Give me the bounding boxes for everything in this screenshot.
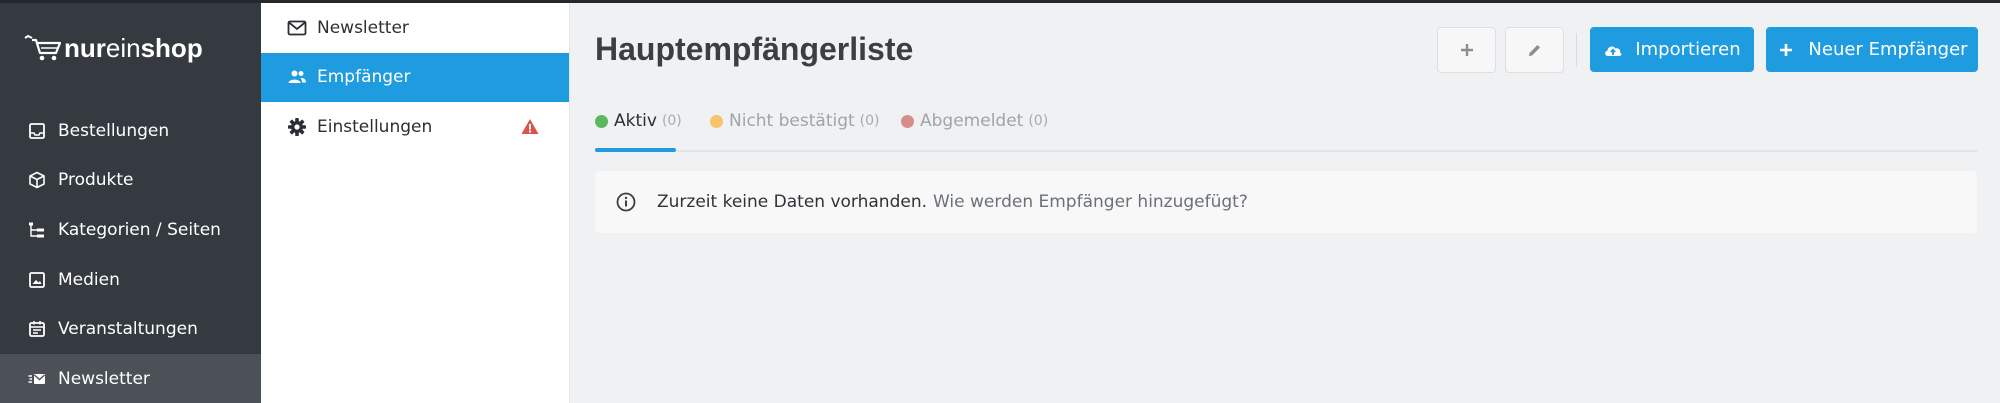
sidebar-item-label: Produkte bbox=[58, 170, 134, 191]
status-dot bbox=[901, 114, 914, 128]
status-dot bbox=[710, 114, 723, 128]
status-tabs: Aktiv (0) Nicht bestätigt (0) Abgemeldet… bbox=[595, 106, 1977, 152]
warning-icon bbox=[521, 119, 539, 135]
new-recipient-button-label: Neuer Empfänger bbox=[1808, 39, 1968, 60]
sidebar-item-produkte[interactable]: Produkte bbox=[0, 156, 261, 206]
subnav-item-label: Newsletter bbox=[317, 17, 409, 38]
tree-icon bbox=[29, 222, 44, 238]
logo-text-shop: shop bbox=[140, 32, 203, 63]
empty-state-notice: Zurzeit keine Daten vorhanden. Wie werde… bbox=[595, 171, 1977, 233]
sidebar-nav: Bestellungen Produkte Kategorien / Seite… bbox=[0, 106, 261, 403]
sidebar-item-veranstaltungen[interactable]: Veranstaltungen bbox=[0, 304, 261, 354]
plus-icon bbox=[1780, 43, 1793, 56]
tab-nicht-bestaetigt[interactable]: Nicht bestätigt (0) bbox=[710, 111, 880, 131]
sidebar-item-label: Medien bbox=[58, 269, 120, 290]
tab-abgemeldet[interactable]: Abgemeldet (0) bbox=[901, 111, 1048, 131]
toolbar-divider bbox=[1576, 33, 1577, 67]
main-sidebar: nur ein shop Bestellungen Produkte Kategor… bbox=[0, 3, 261, 403]
tab-label: Aktiv bbox=[614, 111, 657, 131]
sidebar-item-medien[interactable]: Medien bbox=[0, 255, 261, 305]
newsletter-icon bbox=[28, 373, 45, 384]
sidebar-item-label: Veranstaltungen bbox=[58, 319, 198, 340]
logo-text-nur: nur bbox=[64, 32, 106, 63]
cart-icon bbox=[24, 34, 62, 61]
tab-label: Nicht bestätigt bbox=[729, 111, 855, 131]
tab-label: Abgemeldet bbox=[920, 111, 1024, 131]
calendar-icon bbox=[29, 321, 45, 338]
logo[interactable]: nur ein shop bbox=[22, 31, 203, 65]
subnav-item-label: Empfänger bbox=[317, 67, 411, 88]
new-recipient-button[interactable]: Neuer Empfänger bbox=[1766, 27, 1978, 72]
sidebar-item-bestellungen[interactable]: Bestellungen bbox=[0, 106, 261, 156]
import-button-label: Importieren bbox=[1635, 39, 1741, 60]
logo-text-ein: ein bbox=[105, 32, 141, 63]
sidebar-item-label: Kategorien / Seiten bbox=[58, 219, 221, 240]
pencil-icon bbox=[1529, 44, 1540, 56]
subnav-item-newsletter[interactable]: Newsletter bbox=[261, 3, 569, 53]
tab-count: (0) bbox=[661, 113, 682, 129]
tab-count: (0) bbox=[859, 113, 880, 129]
box-icon bbox=[29, 172, 45, 189]
active-tab-indicator bbox=[595, 148, 676, 152]
main-content: Hauptempfängerliste Importieren Neuer Em… bbox=[570, 3, 2000, 403]
cloud-upload-icon bbox=[1605, 46, 1622, 56]
gear-icon bbox=[288, 117, 306, 136]
tab-aktiv[interactable]: Aktiv (0) bbox=[595, 111, 682, 131]
image-icon bbox=[29, 271, 45, 288]
envelope-icon bbox=[287, 20, 307, 36]
users-icon bbox=[288, 70, 306, 84]
help-link[interactable]: Wie werden Empfänger hinzugefügt? bbox=[933, 192, 1248, 212]
sub-navigation: Newsletter Empfänger Einstellungen bbox=[261, 3, 570, 403]
sidebar-item-label: Newsletter bbox=[58, 368, 150, 389]
import-button[interactable]: Importieren bbox=[1590, 27, 1754, 72]
edit-list-button[interactable] bbox=[1505, 27, 1564, 73]
status-dot bbox=[595, 114, 608, 128]
sidebar-item-newsletter[interactable]: Newsletter bbox=[0, 353, 261, 403]
empty-state-text: Zurzeit keine Daten vorhanden. bbox=[657, 192, 927, 212]
subnav-item-label: Einstellungen bbox=[317, 116, 433, 137]
info-icon bbox=[616, 192, 636, 212]
tab-count: (0) bbox=[1028, 113, 1049, 129]
sidebar-item-kategorien[interactable]: Kategorien / Seiten bbox=[0, 205, 261, 255]
sidebar-item-label: Bestellungen bbox=[58, 120, 170, 141]
page-title: Hauptempfängerliste bbox=[595, 31, 914, 67]
subnav-item-empfaenger[interactable]: Empfänger bbox=[261, 52, 569, 103]
add-list-button[interactable] bbox=[1437, 27, 1496, 73]
subnav-item-einstellungen[interactable]: Einstellungen bbox=[261, 102, 569, 152]
inbox-icon bbox=[29, 122, 45, 139]
plus-icon bbox=[1460, 44, 1473, 56]
